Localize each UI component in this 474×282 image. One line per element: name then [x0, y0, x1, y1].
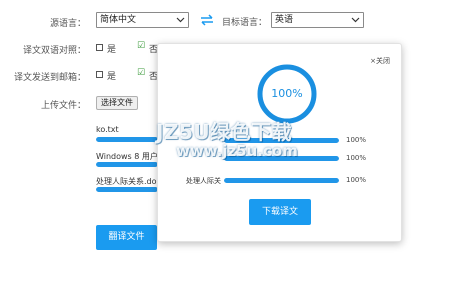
file-name-2: Windows 8 用户手 — [96, 152, 166, 161]
file-name-1: ko.txt — [96, 125, 119, 134]
target-lang-value: 英语 — [275, 15, 294, 25]
translation-progress-dialog: ×关闭 100% 100% 100% 处理人际关 100% 下载译文 — [157, 43, 402, 242]
dialog-file-name-3: 处理人际关 — [186, 177, 221, 185]
overall-progress-label: 100% — [271, 87, 303, 100]
email-label: 译文发送到邮箱： — [13, 73, 86, 83]
file-progress-fill-3 — [96, 187, 158, 192]
close-button[interactable]: ×关闭 — [370, 56, 390, 66]
dialog-pct-1: 100% — [346, 136, 367, 144]
dialog-progress-1 — [224, 138, 339, 143]
swap-arrows-icon[interactable] — [199, 14, 215, 26]
dialog-progress-3 — [224, 178, 339, 183]
file-progress-2 — [96, 162, 158, 167]
dialog-progress-fill-2 — [224, 156, 339, 161]
bilingual-yes-label: 是 — [107, 45, 117, 55]
upload-label: 上传文件： — [40, 101, 86, 111]
target-lang-select[interactable]: 英语 — [271, 12, 364, 28]
source-lang-select[interactable]: 简体中文 — [96, 12, 189, 28]
bilingual-label: 译文双语对照： — [22, 46, 86, 56]
target-lang-label: 目标语言： — [222, 18, 268, 28]
dialog-progress-fill-1 — [224, 138, 339, 143]
checkmark-icon[interactable]: ☑ — [137, 41, 145, 51]
chevron-down-icon — [351, 17, 360, 23]
dialog-pct-3: 100% — [346, 176, 367, 184]
download-translation-button[interactable]: 下载译文 — [249, 199, 311, 225]
file-progress-3 — [96, 187, 158, 192]
dialog-progress-2 — [224, 156, 339, 161]
email-yes-label: 是 — [107, 72, 117, 82]
file-progress-fill-1 — [96, 137, 158, 142]
chevron-down-icon — [176, 17, 185, 23]
bilingual-yes-checkbox[interactable] — [96, 44, 103, 51]
file-progress-1 — [96, 137, 158, 142]
translate-file-button[interactable]: 翻译文件 — [96, 225, 157, 250]
file-name-3: 处理人际关系.docx — [96, 177, 166, 186]
file-progress-fill-2 — [96, 162, 158, 167]
source-lang-label: 源语言： — [49, 19, 86, 29]
dialog-progress-fill-3 — [224, 178, 339, 183]
dialog-pct-2: 100% — [346, 154, 367, 162]
email-yes-checkbox[interactable] — [96, 71, 103, 78]
source-lang-value: 简体中文 — [100, 15, 137, 25]
choose-file-button[interactable]: 选择文件 — [96, 96, 138, 110]
checkmark-icon[interactable]: ☑ — [137, 68, 145, 78]
